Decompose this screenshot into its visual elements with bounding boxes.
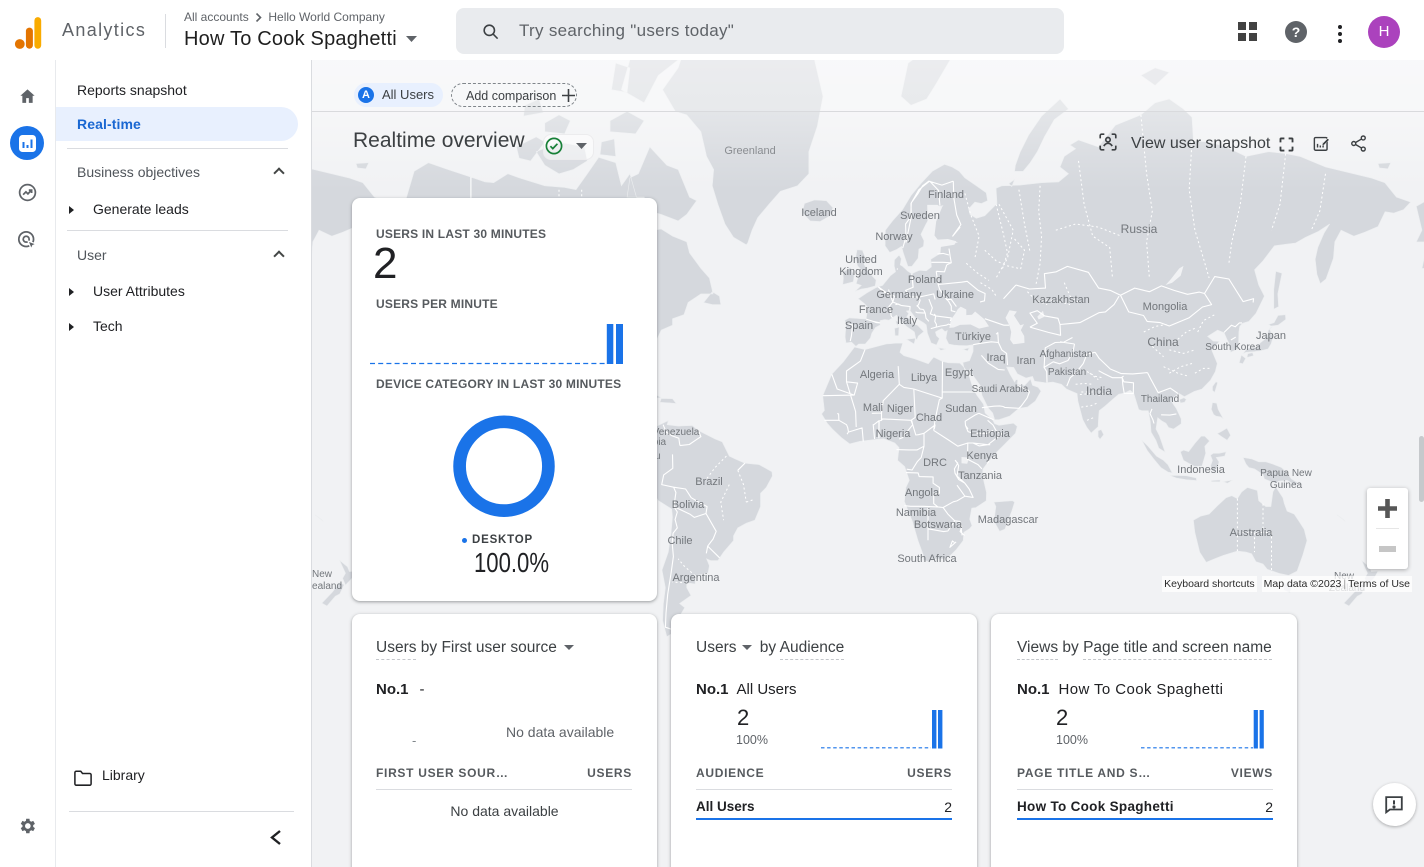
svg-text:Zealand: Zealand	[312, 581, 342, 592]
svg-text:Afghanistan: Afghanistan	[1040, 349, 1093, 360]
svg-text:Australia: Australia	[1230, 527, 1274, 539]
svg-text:Iceland: Iceland	[801, 207, 836, 219]
svg-text:New: New	[312, 569, 333, 580]
svg-text:Italy: Italy	[897, 315, 918, 327]
svg-text:Türkiye: Türkiye	[955, 331, 991, 343]
svg-text:Poland: Poland	[908, 274, 942, 286]
svg-text:Tanzania: Tanzania	[958, 470, 1003, 482]
svg-text:Saudi Arabia: Saudi Arabia	[972, 384, 1029, 395]
svg-text:Kazakhstan: Kazakhstan	[1032, 294, 1089, 306]
svg-text:DRC: DRC	[923, 457, 947, 469]
svg-text:Russia: Russia	[1121, 222, 1158, 236]
svg-text:Guinea: Guinea	[1270, 480, 1303, 491]
svg-text:India: India	[1086, 384, 1112, 398]
svg-text:Ukraine: Ukraine	[936, 289, 974, 301]
svg-text:Ethiopia: Ethiopia	[970, 428, 1011, 440]
svg-text:Sweden: Sweden	[900, 210, 940, 222]
svg-text:Kenya: Kenya	[966, 450, 998, 462]
svg-text:Libya: Libya	[911, 372, 938, 384]
svg-text:Japan: Japan	[1256, 330, 1286, 342]
svg-text:Namibia: Namibia	[896, 507, 937, 519]
svg-text:Finland: Finland	[928, 189, 964, 201]
svg-text:Chad: Chad	[916, 412, 942, 424]
svg-text:Mongolia: Mongolia	[1143, 301, 1189, 313]
svg-text:Iran: Iran	[1017, 355, 1036, 367]
svg-text:Pakistan: Pakistan	[1048, 367, 1086, 378]
svg-text:Germany: Germany	[876, 289, 922, 301]
svg-text:Norway: Norway	[875, 231, 913, 243]
svg-text:Madagascar: Madagascar	[978, 514, 1039, 526]
svg-text:China: China	[1147, 335, 1179, 349]
svg-text:Chile: Chile	[667, 535, 692, 547]
svg-text:Algeria: Algeria	[860, 369, 895, 381]
svg-text:United: United	[845, 254, 877, 266]
svg-text:South Korea: South Korea	[1205, 342, 1261, 353]
svg-text:Nigeria: Nigeria	[876, 428, 912, 440]
svg-text:Egypt: Egypt	[945, 367, 973, 379]
svg-text:France: France	[859, 304, 893, 316]
svg-text:?: ?	[1292, 24, 1301, 40]
svg-text:Iraq: Iraq	[987, 352, 1006, 364]
svg-text:Niger: Niger	[887, 403, 914, 415]
svg-text:Thailand: Thailand	[1141, 394, 1179, 405]
svg-text:Bolivia: Bolivia	[672, 499, 705, 511]
svg-text:Angola: Angola	[905, 487, 940, 499]
svg-text:Indonesia: Indonesia	[1177, 464, 1226, 476]
svg-text:Mali: Mali	[863, 402, 883, 414]
svg-text:Kingdom: Kingdom	[839, 266, 882, 278]
svg-text:South Africa: South Africa	[897, 553, 957, 565]
svg-text:Papua New: Papua New	[1260, 468, 1312, 479]
svg-text:Argentina: Argentina	[672, 572, 720, 584]
svg-text:Brazil: Brazil	[695, 476, 723, 488]
svg-text:Botswana: Botswana	[914, 519, 963, 531]
svg-text:Sudan: Sudan	[945, 403, 977, 415]
svg-text:Spain: Spain	[845, 320, 873, 332]
